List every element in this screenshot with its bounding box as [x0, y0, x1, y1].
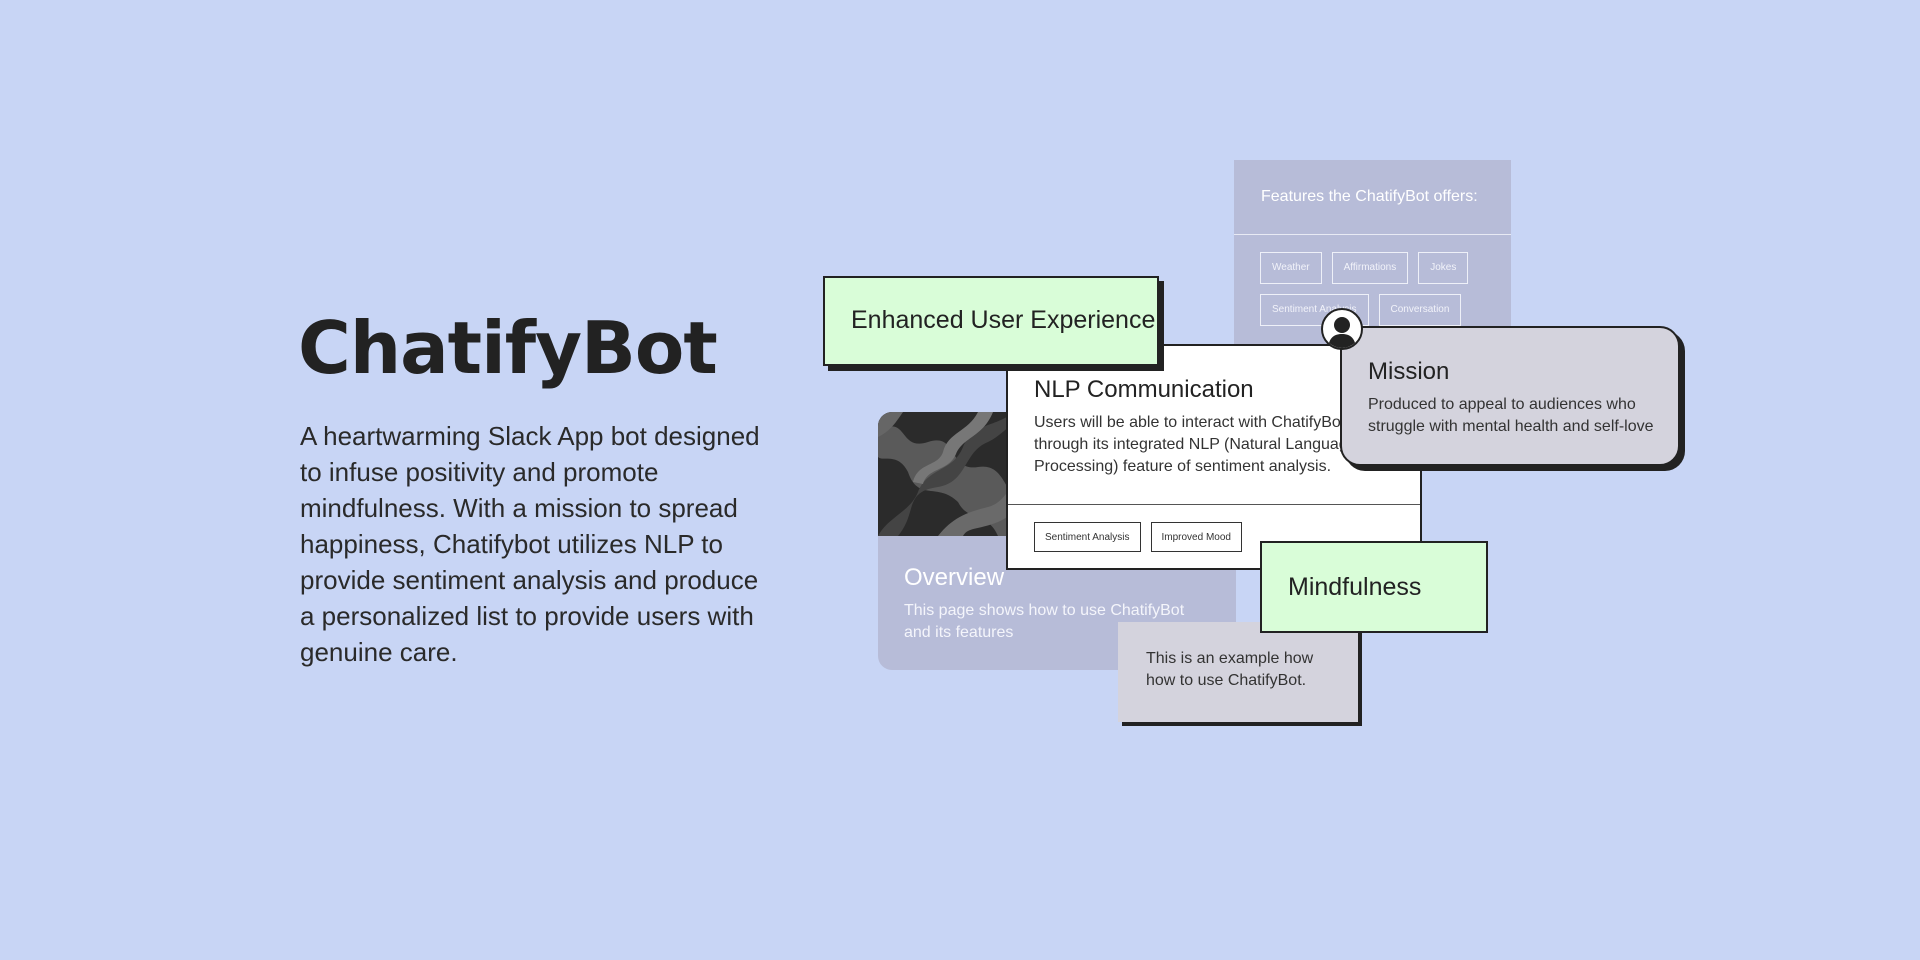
- overview-title: Overview: [904, 564, 1005, 591]
- features-card: Features the ChatifyBot offers: Weather …: [1234, 160, 1511, 345]
- nlp-tag-list: Sentiment Analysis Improved Mood: [1034, 522, 1242, 552]
- user-avatar-icon[interactable]: [1321, 308, 1363, 350]
- example-text: This is an example how how to use Chatif…: [1146, 650, 1314, 689]
- mission-text: Produced to appeal to audiences who stru…: [1368, 396, 1654, 435]
- mindfulness-label: Mindfulness: [1288, 573, 1422, 601]
- feature-tag-jokes[interactable]: Jokes: [1418, 252, 1469, 284]
- enhanced-user-experience-label: Enhanced User Experience: [851, 306, 1156, 334]
- nlp-title: NLP Communication: [1034, 376, 1254, 403]
- hero-description: A heartwarming Slack App bot designed to…: [300, 421, 760, 667]
- nlp-tag-improved-mood[interactable]: Improved Mood: [1150, 522, 1242, 552]
- nlp-divider: [1008, 504, 1420, 505]
- features-tag-list: Weather Affirmations Jokes Sentiment Ana…: [1260, 252, 1500, 326]
- features-title: Features the ChatifyBot offers:: [1261, 188, 1478, 205]
- mindfulness-card[interactable]: Mindfulness: [1260, 541, 1488, 633]
- mission-card[interactable]: Mission Produced to appeal to audiences …: [1340, 326, 1680, 466]
- feature-tag-weather[interactable]: Weather: [1260, 252, 1322, 284]
- nlp-tag-sentiment-analysis[interactable]: Sentiment Analysis: [1034, 522, 1141, 552]
- example-card[interactable]: This is an example how how to use Chatif…: [1118, 622, 1358, 722]
- nlp-text: Users will be able to interact with Chat…: [1034, 414, 1357, 475]
- feature-tag-affirmations[interactable]: Affirmations: [1331, 252, 1409, 284]
- hero-title: ChatifyBot: [298, 306, 718, 390]
- enhanced-user-experience-card[interactable]: Enhanced User Experience: [823, 276, 1159, 366]
- person-icon: [1328, 317, 1356, 348]
- feature-tag-conversation[interactable]: Conversation: [1378, 294, 1462, 326]
- mission-title: Mission: [1368, 358, 1450, 385]
- features-divider: [1234, 234, 1511, 235]
